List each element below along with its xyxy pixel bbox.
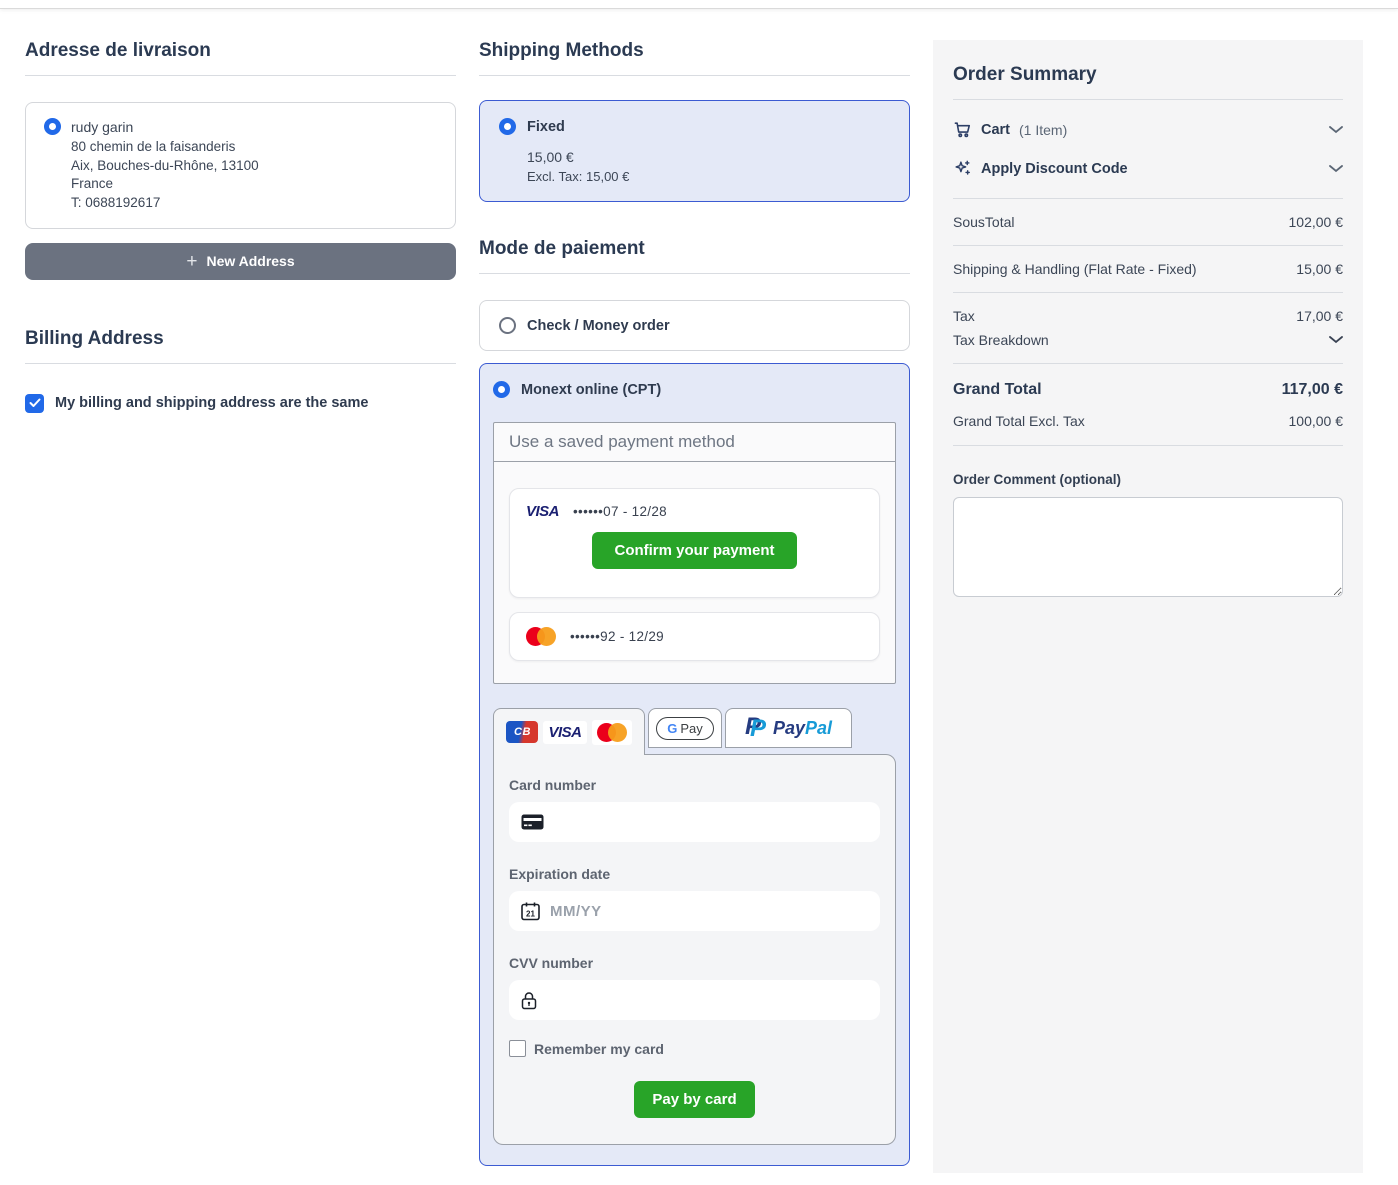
check-label: Check / Money order [527, 318, 670, 334]
new-address-button[interactable]: + New Address [25, 243, 456, 280]
visa-logo-icon: VISA [548, 724, 581, 741]
grand-total-excl-label: Grand Total Excl. Tax [953, 413, 1085, 429]
lock-icon [521, 991, 537, 1010]
mastercard-logo-icon [526, 627, 556, 646]
address-name: rudy garin [71, 119, 133, 135]
shipping-address-section: Adresse de livraison rudy garin 80 chemi… [25, 40, 456, 413]
subtotal-row: SousTotal 102,00 € [953, 199, 1343, 246]
shipping-method-fixed[interactable]: Fixed 15,00 € Excl. Tax: 15,00 € [479, 100, 910, 202]
cart-icon [953, 120, 972, 139]
tax-breakdown-row[interactable]: Tax Breakdown [953, 330, 1343, 364]
payment-method-tabs: CB VISA GPay PP PayPal [493, 708, 896, 755]
address-line1: 80 chemin de la faisanderis [71, 138, 437, 157]
cart-toggle-row[interactable]: Cart (1 Item) [953, 120, 1343, 139]
address-lines: 80 chemin de la faisanderis Aix, Bouches… [71, 138, 437, 213]
cvv-label: CVV number [509, 955, 880, 971]
tab-google-pay[interactable]: GPay [648, 708, 722, 748]
expiration-label: Expiration date [509, 866, 880, 882]
monext-radio-selected[interactable] [493, 381, 510, 398]
fixed-price: 15,00 € [527, 149, 890, 165]
discount-toggle-row[interactable]: Apply Discount Code [953, 159, 1343, 178]
order-summary-panel: Order Summary Cart (1 Item) Apply Discou… [933, 40, 1363, 1173]
tax-row: Tax 17,00 € [953, 293, 1343, 330]
cart-count: (1 Item) [1019, 122, 1067, 138]
billing-same-row[interactable]: My billing and shipping address are the … [25, 394, 456, 413]
tax-value: 17,00 € [1296, 308, 1343, 324]
sparkles-icon [953, 159, 972, 178]
subtotal-value: 102,00 € [1289, 214, 1344, 230]
shipping-address-title: Adresse de livraison [25, 40, 456, 76]
card-payment-form: Card number Expiration date 21 MM/YY [493, 754, 896, 1145]
cvv-input[interactable] [509, 980, 880, 1020]
mastercard-masked-number: ••••••92 - 12/29 [570, 629, 664, 644]
mastercard-logo-icon [597, 723, 627, 742]
order-comment-textarea[interactable] [953, 497, 1343, 597]
grand-total-excl-row: Grand Total Excl. Tax 100,00 € [953, 405, 1343, 446]
saved-card-mastercard[interactable]: ••••••92 - 12/29 [509, 612, 880, 661]
discount-label: Apply Discount Code [981, 161, 1128, 177]
address-phone: T: 0688192617 [71, 194, 437, 213]
shipping-payment-section: Shipping Methods Fixed 15,00 € Excl. Tax… [479, 40, 910, 1166]
address-radio-selected[interactable] [44, 118, 61, 135]
order-comment-label: Order Comment (optional) [953, 472, 1343, 487]
tax-label: Tax [953, 308, 975, 324]
grand-total-label: Grand Total [953, 381, 1042, 399]
remember-card-row[interactable]: Remember my card [509, 1040, 880, 1057]
check-radio-unselected[interactable] [499, 317, 516, 334]
grand-total-row: Grand Total 117,00 € [953, 364, 1343, 405]
pay-by-card-button[interactable]: Pay by card [634, 1081, 754, 1118]
fixed-excl-tax: Excl. Tax: 15,00 € [527, 169, 890, 184]
tax-breakdown-label: Tax Breakdown [953, 332, 1049, 348]
fixed-label: Fixed [527, 119, 565, 135]
grand-total-excl-value: 100,00 € [1289, 413, 1344, 429]
new-address-label: New Address [206, 253, 294, 269]
address-line3: France [71, 175, 437, 194]
fixed-radio-selected[interactable] [499, 118, 516, 135]
remember-checkbox-unchecked[interactable] [509, 1040, 526, 1057]
calendar-icon: 21 [521, 902, 540, 921]
confirm-payment-button[interactable]: Confirm your payment [592, 532, 796, 569]
payment-option-check[interactable]: Check / Money order [479, 300, 910, 351]
chevron-down-icon[interactable] [1329, 126, 1343, 134]
saved-payment-panel: Use a saved payment method VISA ••••••07… [493, 422, 896, 684]
visa-logo-icon: VISA [526, 503, 559, 520]
tab-paypal[interactable]: PP PayPal [725, 708, 852, 748]
page-top-border [0, 0, 1398, 9]
payment-title: Mode de paiement [479, 238, 910, 274]
billing-address-title: Billing Address [25, 328, 456, 364]
expiration-input[interactable]: 21 MM/YY [509, 891, 880, 931]
address-card[interactable]: rudy garin 80 chemin de la faisanderis A… [25, 102, 456, 229]
checkbox-checked-icon[interactable] [25, 394, 44, 413]
card-number-label: Card number [509, 777, 880, 793]
chevron-down-icon[interactable] [1329, 165, 1343, 173]
shipping-value: 15,00 € [1296, 261, 1343, 277]
svg-text:21: 21 [526, 909, 535, 918]
card-number-input[interactable] [509, 802, 880, 842]
remember-label: Remember my card [534, 1041, 664, 1057]
shipping-label: Shipping & Handling (Flat Rate - Fixed) [953, 261, 1197, 277]
cb-logo-icon: CB [506, 721, 538, 743]
cart-label: Cart [981, 122, 1010, 138]
gpay-logo-icon: GPay [656, 717, 714, 740]
address-line2: Aix, Bouches-du-Rhône, 13100 [71, 157, 437, 176]
expiration-placeholder: MM/YY [550, 903, 602, 920]
paypal-logo-icon: PP PayPal [745, 715, 832, 741]
payment-option-monext[interactable]: Monext online (CPT) Use a saved payment … [479, 363, 910, 1166]
order-summary-title: Order Summary [953, 64, 1343, 100]
monext-label: Monext online (CPT) [521, 382, 661, 398]
saved-payment-header: Use a saved payment method [494, 423, 895, 462]
grand-total-value: 117,00 € [1282, 381, 1343, 399]
plus-icon: + [186, 252, 197, 271]
shipping-row: Shipping & Handling (Flat Rate - Fixed) … [953, 246, 1343, 293]
subtotal-label: SousTotal [953, 214, 1014, 230]
credit-card-icon [521, 814, 544, 830]
billing-same-label: My billing and shipping address are the … [55, 395, 368, 411]
chevron-down-icon[interactable] [1329, 336, 1343, 344]
saved-card-visa[interactable]: VISA ••••••07 - 12/28 Confirm your payme… [509, 488, 880, 598]
shipping-methods-title: Shipping Methods [479, 40, 910, 76]
visa-masked-number: ••••••07 - 12/28 [573, 504, 667, 519]
tab-card-payment[interactable]: CB VISA [493, 708, 645, 755]
